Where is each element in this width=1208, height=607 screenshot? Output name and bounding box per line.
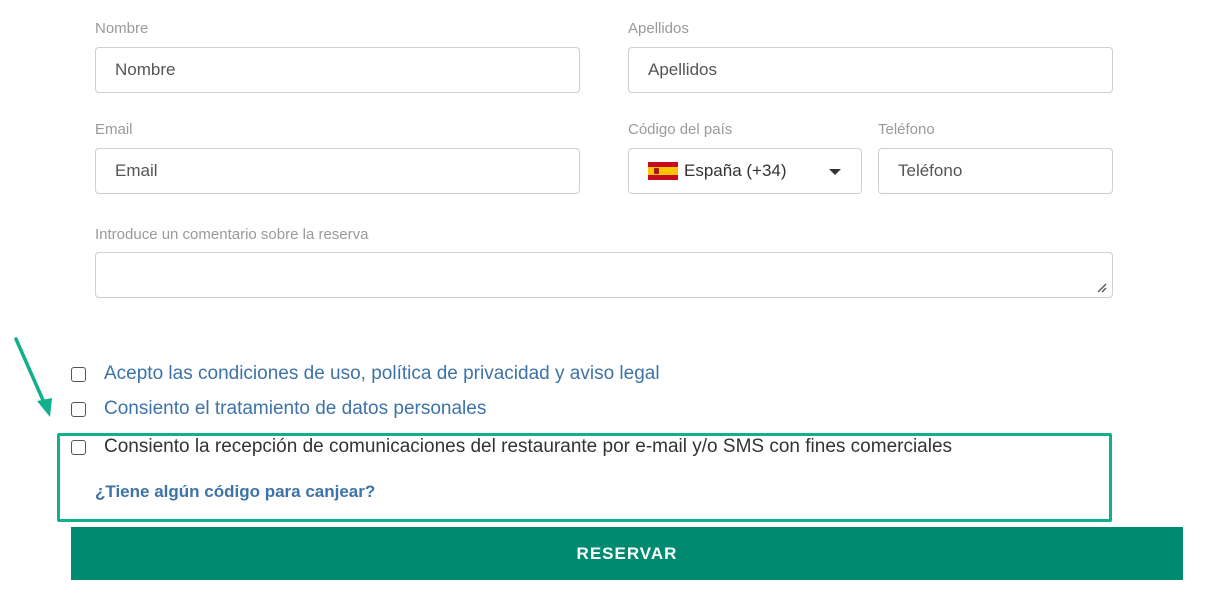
arrow-annotation-icon [14,337,52,417]
terms-checkbox[interactable] [71,366,86,382]
country-code-select[interactable]: España (+34) [628,148,862,194]
comment-textarea[interactable] [95,252,1113,298]
telefono-input[interactable] [878,148,1113,194]
apellidos-label: Apellidos [628,20,689,37]
nombre-input[interactable] [95,47,580,93]
consent-terms[interactable]: Acepto las condiciones de uso, política … [71,363,660,385]
chevron-down-icon [829,169,841,175]
apellidos-input[interactable] [628,47,1113,93]
telefono-label: Teléfono [878,121,935,138]
terms-link[interactable]: Acepto las condiciones de uso, política … [104,363,660,385]
country-code-label: Código del país [628,121,733,138]
data-checkbox[interactable] [71,401,86,417]
comment-label: Introduce un comentario sobre la reserva [95,226,369,243]
country-code-value: España (+34) [684,161,787,180]
data-link[interactable]: Consiento el tratamiento de datos person… [104,398,486,420]
spain-flag-icon [648,162,678,180]
resize-handle-icon[interactable] [1097,283,1107,293]
nombre-label: Nombre [95,20,149,37]
email-input[interactable] [95,148,580,194]
email-label: Email [95,121,133,138]
consent-data[interactable]: Consiento el tratamiento de datos person… [71,398,486,420]
reservar-button[interactable]: RESERVAR [71,527,1183,580]
highlight-annotation [57,433,1112,522]
